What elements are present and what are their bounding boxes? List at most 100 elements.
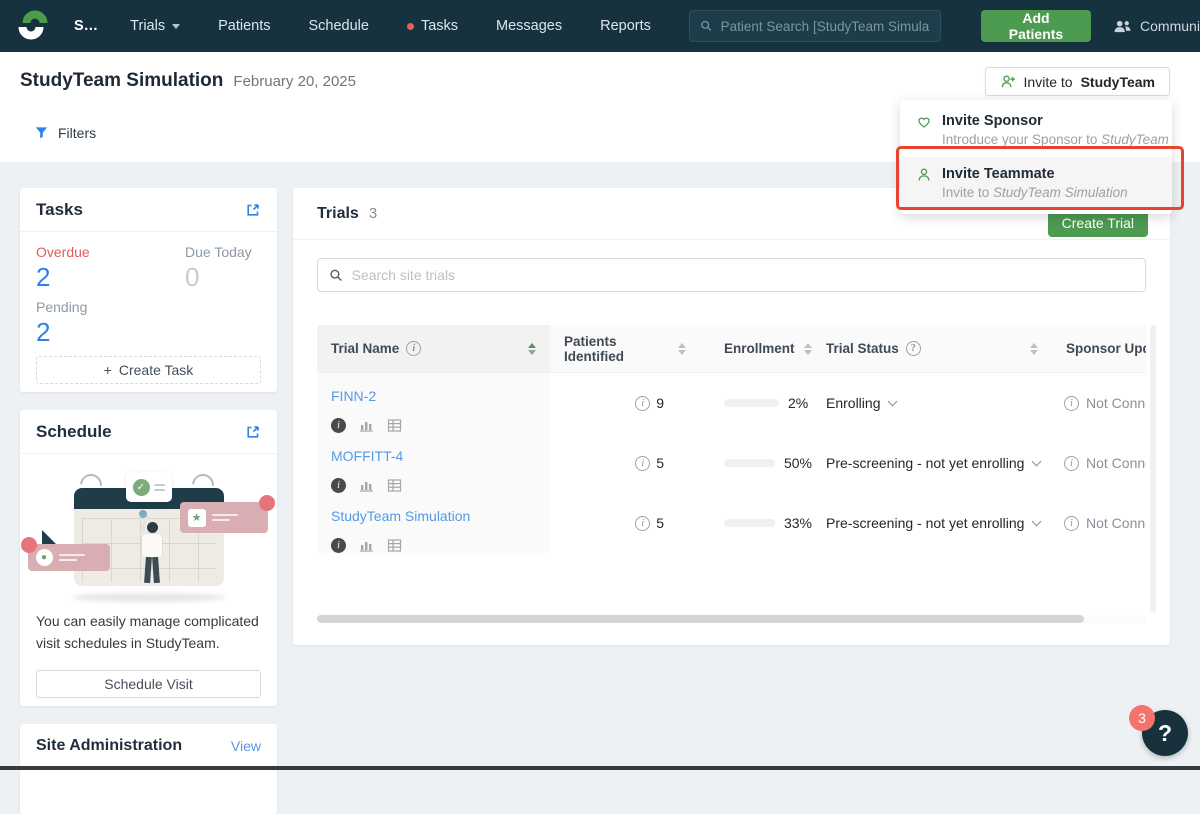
table-row[interactable]: FINN-2 i i 9 bbox=[317, 373, 1146, 433]
table-row[interactable]: MOFFITT-4 i i 5 bbox=[317, 433, 1146, 493]
trial-status-value[interactable]: Enrolling bbox=[826, 395, 880, 411]
question-circle-icon[interactable]: ? bbox=[906, 341, 921, 356]
community-label: Community bbox=[1140, 18, 1200, 34]
patient-search-box[interactable] bbox=[689, 10, 941, 42]
nav-item-site-truncated[interactable]: S… bbox=[74, 18, 98, 34]
info-filled-icon[interactable]: i bbox=[331, 418, 346, 433]
ground-shadow bbox=[72, 593, 226, 602]
overdue-label: Overdue bbox=[36, 244, 185, 260]
sort-control[interactable] bbox=[678, 343, 686, 355]
trial-link[interactable]: MOFFITT-4 bbox=[331, 448, 403, 464]
site-admin-view-link[interactable]: View bbox=[231, 738, 261, 754]
create-task-button[interactable]: + Create Task bbox=[36, 356, 261, 384]
tasks-stats-row1: Overdue 2 Due Today 0 bbox=[36, 244, 261, 299]
column-header-trial-status[interactable]: Trial Status ? bbox=[812, 325, 1052, 372]
person-torso bbox=[142, 534, 162, 558]
invite-sponsor-row: Invite Sponsor bbox=[916, 113, 1156, 129]
sponsor-updates-header-label: Sponsor Upda bbox=[1066, 341, 1146, 356]
nav-item-patients[interactable]: Patients bbox=[218, 18, 270, 34]
filters-button[interactable]: Filters bbox=[34, 125, 96, 141]
info-circle-icon[interactable]: i bbox=[406, 341, 421, 356]
filter-funnel-icon bbox=[34, 126, 49, 140]
tasks-card-body: Overdue 2 Due Today 0 Pending 2 + Create… bbox=[20, 232, 277, 398]
table-icon[interactable] bbox=[387, 418, 402, 433]
info-circle-icon[interactable]: i bbox=[1064, 516, 1079, 531]
pending-count[interactable]: 2 bbox=[36, 317, 261, 348]
horizontal-scrollbar-track[interactable] bbox=[317, 615, 1146, 623]
trials-search-input[interactable] bbox=[352, 267, 1134, 283]
site-admin-title: Site Administration bbox=[36, 737, 182, 755]
column-header-patients-identified[interactable]: Patients Identified bbox=[550, 325, 700, 372]
info-circle-icon[interactable]: i bbox=[635, 396, 650, 411]
heart-icon bbox=[916, 114, 932, 129]
trial-link[interactable]: FINN-2 bbox=[331, 388, 376, 404]
table-icon[interactable] bbox=[387, 478, 402, 493]
page-title: StudyTeam Simulation bbox=[20, 70, 223, 92]
overdue-count[interactable]: 2 bbox=[36, 262, 185, 293]
trial-status-value[interactable]: Pre-screening - not yet enrolling bbox=[826, 455, 1024, 471]
community-link[interactable]: Community bbox=[1113, 18, 1200, 34]
due-today-count[interactable]: 0 bbox=[185, 262, 261, 293]
table-row[interactable]: StudyTeam Simulation i i 5 bbox=[317, 493, 1146, 553]
patient-search-input[interactable] bbox=[721, 19, 930, 34]
calendar-fold-left bbox=[42, 530, 56, 544]
help-question-glyph: ? bbox=[1158, 720, 1172, 747]
filters-label: Filters bbox=[58, 125, 96, 141]
trial-status-cell: Enrolling bbox=[812, 373, 1052, 433]
trial-row-icons: i bbox=[331, 418, 536, 433]
trial-row-icons: i bbox=[331, 478, 536, 493]
trial-status-header-label: Trial Status bbox=[826, 341, 899, 356]
chevron-down-icon[interactable] bbox=[888, 397, 898, 407]
info-filled-icon[interactable]: i bbox=[331, 538, 346, 553]
external-link-icon[interactable] bbox=[245, 424, 261, 440]
nav-item-schedule[interactable]: Schedule bbox=[308, 18, 368, 34]
column-header-trial-name[interactable]: Trial Name i bbox=[317, 325, 550, 372]
trial-link[interactable]: StudyTeam Simulation bbox=[331, 508, 470, 524]
menu-item-invite-sponsor[interactable]: Invite Sponsor Introduce your Sponsor to… bbox=[900, 104, 1172, 157]
nav-item-reports[interactable]: Reports bbox=[600, 18, 651, 34]
help-widget-button[interactable]: ? 3 bbox=[1142, 710, 1188, 756]
sort-control[interactable] bbox=[528, 343, 536, 355]
nav-item-trials[interactable]: Trials bbox=[130, 18, 180, 34]
nav-item-tasks[interactable]: Tasks bbox=[407, 18, 458, 34]
patients-identified-cell: i 5 bbox=[550, 433, 700, 493]
nav-item-messages[interactable]: Messages bbox=[496, 18, 562, 34]
table-icon[interactable] bbox=[387, 538, 402, 553]
star-icon: ★ bbox=[188, 509, 206, 527]
title-row: StudyTeam Simulation February 20, 2025 bbox=[20, 70, 356, 92]
info-circle-icon[interactable]: i bbox=[1064, 396, 1079, 411]
invite-to-studyteam-button[interactable]: Invite to StudyTeam bbox=[985, 67, 1170, 96]
bar-chart-icon[interactable] bbox=[359, 478, 374, 493]
due-today-label: Due Today bbox=[185, 244, 261, 260]
bar-chart-icon[interactable] bbox=[359, 418, 374, 433]
invite-sponsor-subtitle-em: StudyTeam bbox=[1101, 132, 1169, 147]
chevron-down-icon[interactable] bbox=[1032, 517, 1042, 527]
add-patients-button[interactable]: Add Patients bbox=[981, 10, 1091, 42]
bar-chart-icon[interactable] bbox=[359, 538, 374, 553]
invite-teammate-title: Invite Teammate bbox=[942, 166, 1055, 182]
menu-item-invite-teammate[interactable]: Invite Teammate Invite to StudyTeam Simu… bbox=[900, 157, 1172, 210]
schedule-visit-button[interactable]: Schedule Visit bbox=[36, 670, 261, 698]
horizontal-scrollbar-thumb[interactable] bbox=[317, 615, 1084, 623]
info-filled-icon[interactable]: i bbox=[331, 478, 346, 493]
help-notification-badge: 3 bbox=[1129, 705, 1155, 731]
enrollment-percent: 33% bbox=[784, 515, 812, 531]
schedule-description: You can easily manage complicated visit … bbox=[36, 610, 261, 654]
info-circle-icon[interactable]: i bbox=[635, 516, 650, 531]
tasks-card-header: Tasks bbox=[20, 188, 277, 232]
info-circle-icon[interactable]: i bbox=[635, 456, 650, 471]
sort-control[interactable] bbox=[1030, 343, 1038, 355]
people-icon bbox=[1113, 19, 1132, 34]
trials-panel: Trials 3 Create Trial Trial Name i Patie… bbox=[293, 188, 1170, 645]
column-header-sponsor-updates[interactable]: Sponsor Upda bbox=[1052, 325, 1146, 372]
trials-search-box[interactable] bbox=[317, 258, 1146, 292]
sort-control[interactable] bbox=[804, 343, 812, 355]
vertical-scrollbar-track[interactable] bbox=[1150, 325, 1156, 613]
search-icon bbox=[329, 268, 344, 283]
trial-status-value[interactable]: Pre-screening - not yet enrolling bbox=[826, 515, 1024, 531]
external-link-icon[interactable] bbox=[245, 202, 261, 218]
studyteam-logo-icon[interactable] bbox=[18, 9, 48, 43]
chevron-down-icon[interactable] bbox=[1032, 457, 1042, 467]
info-circle-icon[interactable]: i bbox=[1064, 456, 1079, 471]
column-header-enrollment[interactable]: Enrollment bbox=[700, 325, 812, 372]
